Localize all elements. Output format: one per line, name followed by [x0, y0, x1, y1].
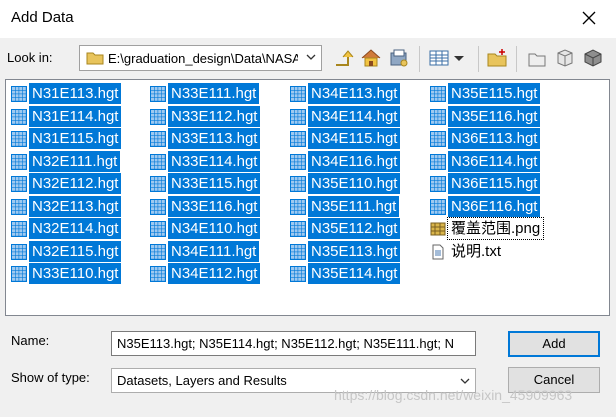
raster-grid-icon: [290, 153, 306, 170]
raster-grid-icon: [290, 198, 306, 215]
title-bar: Add Data: [0, 0, 616, 38]
text-file-icon: [432, 244, 444, 259]
look-in-label: Look in:: [7, 50, 53, 65]
raster-grid-icon: [430, 131, 446, 147]
raster-grid-icon: [11, 266, 27, 282]
file-name: N31E115.hgt: [29, 128, 122, 149]
raster-grid-icon: [11, 131, 27, 147]
file-name: N35E116.hgt: [448, 105, 541, 127]
show-of-type-value: Datasets, Layers and Results: [117, 373, 287, 388]
up-one-level-icon[interactable]: [332, 47, 354, 69]
view-details-icon[interactable]: [428, 47, 450, 69]
raster-grid-icon: [290, 131, 306, 147]
new-folder-icon[interactable]: [486, 47, 508, 69]
file-name: 覆盖范围.png: [446, 217, 545, 240]
file-name: N35E110.hgt: [308, 173, 401, 194]
toolbox-icon[interactable]: [554, 47, 576, 69]
raster-grid-icon: [11, 221, 27, 237]
raster-grid-icon: [11, 86, 27, 102]
chevron-down-icon: [306, 54, 316, 60]
window-title: Add Data: [11, 9, 74, 26]
file-name: N34E110.hgt: [168, 218, 261, 239]
file-name: N36E114.hgt: [448, 150, 541, 172]
raster-grid-icon: [150, 243, 166, 260]
file-name: N32E111.hgt: [29, 150, 121, 172]
file-name: N36E116.hgt: [448, 195, 541, 217]
add-button[interactable]: Add: [508, 331, 600, 357]
raster-grid-icon: [11, 198, 27, 215]
file-name: N31E113.hgt: [29, 83, 122, 104]
raster-grid-icon: [430, 198, 446, 215]
file-name: N33E110.hgt: [29, 263, 122, 284]
raster-grid-icon: [290, 266, 306, 282]
toolbar-separator: [478, 46, 479, 72]
chevron-down-icon: [460, 378, 470, 384]
file-name: N33E115.hgt: [168, 173, 261, 194]
file-name: N36E113.hgt: [448, 128, 541, 149]
name-label: Name:: [11, 333, 50, 348]
file-name: N32E115.hgt: [29, 240, 122, 262]
folder-icon: [86, 52, 104, 65]
catalog-icon[interactable]: [526, 47, 548, 69]
raster-grid-icon: [430, 86, 446, 102]
raster-grid-icon: [150, 86, 166, 102]
file-name: N32E113.hgt: [29, 195, 122, 217]
raster-grid-icon: [11, 243, 27, 260]
raster-grid-icon: [290, 108, 306, 125]
file-name: N32E112.hgt: [29, 173, 122, 194]
raster-grid-icon: [430, 108, 446, 125]
raster-grid-icon: [150, 266, 166, 282]
file-name: N33E112.hgt: [168, 105, 261, 127]
raster-grid-icon: [290, 176, 306, 192]
raster-grid-icon: [430, 176, 446, 192]
show-of-type-label: Show of type:: [11, 370, 90, 385]
raster-grid-icon: [150, 153, 166, 170]
file-name: N33E116.hgt: [168, 195, 261, 217]
file-name: N34E116.hgt: [308, 150, 401, 172]
file-name: N35E112.hgt: [308, 218, 401, 239]
file-name: N36E115.hgt: [448, 173, 541, 194]
file-name: N33E111.hgt: [168, 83, 260, 104]
close-icon[interactable]: [578, 7, 600, 29]
image-file-icon: [430, 222, 446, 236]
look-in-dropdown[interactable]: E:\graduation_design\Data\NASA: [79, 45, 322, 71]
file-name: N35E111.hgt: [308, 195, 400, 217]
raster-grid-icon: [11, 176, 27, 192]
raster-grid-icon: [150, 131, 166, 147]
look-in-path: E:\graduation_design\Data\NASA: [108, 51, 298, 66]
raster-grid-icon: [11, 153, 27, 170]
file-name: N35E113.hgt: [308, 240, 401, 262]
file-name: N35E115.hgt: [448, 83, 541, 104]
file-name: N34E115.hgt: [308, 128, 401, 149]
toolbar-separator: [516, 46, 517, 72]
name-input[interactable]: N35E113.hgt; N35E114.hgt; N35E112.hgt; N…: [111, 331, 476, 356]
file-name: N34E111.hgt: [168, 240, 260, 262]
file-name: N32E114.hgt: [29, 218, 122, 239]
raster-grid-icon: [11, 108, 27, 125]
view-dropdown-chevron-icon[interactable]: [452, 47, 466, 69]
file-name: N35E114.hgt: [308, 263, 401, 284]
raster-grid-icon: [430, 153, 446, 170]
file-list[interactable]: N31E113.hgt N31E114.hgt N31E115.hgt N32E111…: [5, 79, 610, 316]
file-name: N34E112.hgt: [168, 263, 261, 284]
file-name: 说明.txt: [451, 242, 502, 260]
raster-grid-icon: [290, 86, 306, 102]
file-name: N33E114.hgt: [168, 150, 261, 172]
file-name: N33E113.hgt: [168, 128, 261, 149]
home-icon[interactable]: [360, 47, 382, 69]
file-name: N34E114.hgt: [308, 105, 401, 127]
database-icon[interactable]: [582, 47, 604, 69]
raster-grid-icon: [150, 198, 166, 215]
toolbar-separator: [419, 46, 420, 72]
raster-grid-icon: [150, 221, 166, 237]
connect-folder-icon[interactable]: [388, 47, 410, 69]
raster-grid-icon: [290, 221, 306, 237]
raster-grid-icon: [150, 176, 166, 192]
file-name: N34E113.hgt: [308, 83, 401, 104]
watermark: https://blog.csdn.net/weixin_45909963: [334, 387, 573, 403]
file-name: N31E114.hgt: [29, 105, 122, 127]
raster-grid-icon: [290, 243, 306, 260]
raster-grid-icon: [150, 108, 166, 125]
